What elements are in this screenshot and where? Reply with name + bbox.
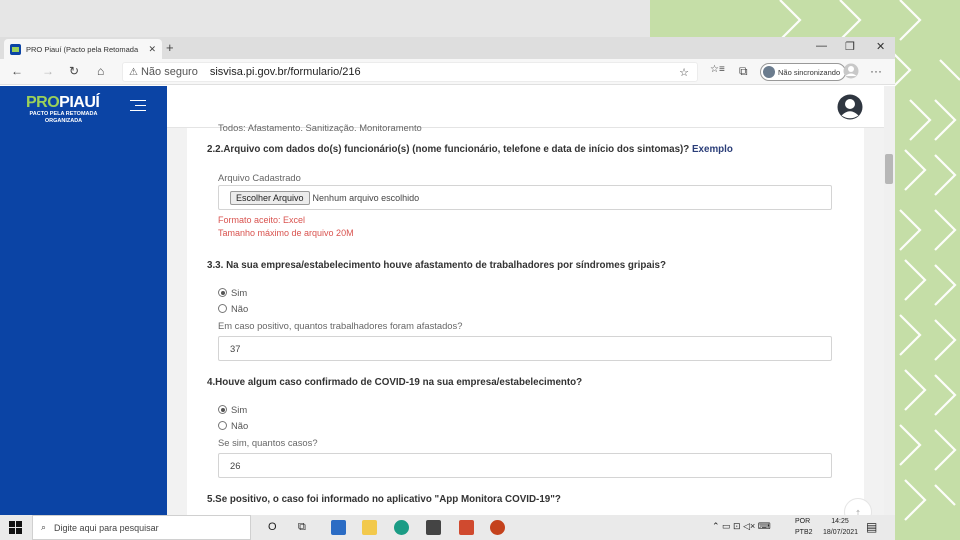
file-size-hint: Tamanho máximo de arquivo 20M [218, 228, 354, 238]
question-5-text: 5.Se positivo, o caso foi informado no a… [207, 494, 561, 505]
question-2-2-text: 2.2.Arquivo com dados do(s) funcionário(… [207, 144, 690, 155]
close-window-icon[interactable]: ✕ [876, 40, 885, 53]
clock-date: 18/07/2021 [823, 529, 859, 536]
radio-selected-icon[interactable] [218, 288, 227, 297]
search-icon: ⌕ [41, 522, 47, 532]
sidebar: PROPIAUÍ PACTO PELA RETOMADA ORGANIZADA [0, 86, 167, 515]
keyboard-layout: PTB2 [795, 529, 813, 536]
title-bar: PRO Piauí (Pacto pela Retomada ✕ + — ❐ ✕ [0, 37, 895, 59]
forward-icon[interactable]: → [42, 64, 54, 78]
logo-subtitle-1: PACTO PELA RETOMADA [29, 111, 98, 117]
user-avatar-icon[interactable] [837, 94, 863, 120]
cortana-icon[interactable]: O [268, 521, 277, 533]
q33-option-yes[interactable]: Sim [218, 287, 247, 298]
scrollbar-thumb[interactable] [885, 154, 893, 184]
store-icon[interactable] [426, 520, 441, 535]
radio-unselected-icon[interactable] [218, 421, 227, 430]
question-2-2: 2.2.Arquivo com dados do(s) funcionário(… [207, 144, 733, 155]
browser-window: PRO Piauí (Pacto pela Retomada ✕ + — ❐ ✕… [0, 37, 895, 515]
logo-pro: PRO [26, 94, 60, 111]
sync-avatar-icon [763, 66, 775, 78]
browser-toolbar: ← → ↻ ⌂ ⚠ Não seguro sisvisa.pi.gov.br/f… [0, 59, 895, 85]
q4-followup-label: Se sim, quantos casos? [218, 437, 318, 448]
logo-name: PIAUÍ [59, 94, 100, 111]
not-secure-label[interactable]: Não seguro [141, 66, 198, 78]
windows-start-icon[interactable] [9, 521, 22, 534]
file-label: Arquivo Cadastrado [218, 172, 301, 183]
site-favicon-icon [10, 43, 21, 55]
arrow-up-icon: ↑ [854, 504, 862, 516]
q33-yes-label: Sim [231, 287, 248, 298]
sync-label: Não sincronizando [778, 67, 841, 77]
warning-icon: ⚠ [129, 66, 138, 78]
file-format-hint: Formato aceito: Excel [218, 215, 306, 225]
q4-option-yes[interactable]: Sim [218, 404, 247, 415]
radio-unselected-icon[interactable] [218, 304, 227, 313]
file-explorer-icon[interactable] [362, 520, 377, 535]
language-indicator[interactable]: POR PTB2 [795, 516, 813, 538]
edge-browser-icon[interactable] [394, 520, 409, 535]
slide-top-strip [0, 0, 650, 37]
radio-selected-icon[interactable] [218, 405, 227, 414]
browser-tab[interactable]: PRO Piauí (Pacto pela Retomada ✕ [4, 39, 162, 59]
mail-icon[interactable] [331, 520, 346, 535]
q4-yes-label: Sim [231, 404, 248, 415]
tab-close-icon[interactable]: ✕ [148, 44, 156, 55]
q33-no-label: Não [231, 303, 249, 314]
clock-time: 14:25 [831, 518, 849, 525]
scroll-to-top-button[interactable]: ↑ [844, 498, 872, 515]
task-view-icon[interactable]: ⧉ [298, 521, 306, 534]
language-code: POR [795, 518, 811, 525]
taskbar-search[interactable]: ⌕ Digite aqui para pesquisar [32, 515, 251, 540]
web-page: PROPIAUÍ PACTO PELA RETOMADA ORGANIZADA … [0, 86, 895, 515]
q33-count-input[interactable]: 37 [218, 336, 832, 361]
system-tray-icons[interactable]: ⌃ ▭ ⊡ ◁× ⌨ [712, 521, 771, 532]
form-card: Todos: Afastamento. Sanitização. Monitor… [187, 122, 864, 515]
previous-field-label: Todos: Afastamento. Sanitização. Monitor… [218, 122, 422, 133]
restore-icon[interactable]: ❐ [845, 40, 855, 53]
question-4-text: 4.Houve algum caso confirmado de COVID-1… [207, 377, 583, 388]
reload-icon[interactable]: ↻ [69, 64, 79, 78]
more-menu-icon[interactable]: ··· [870, 64, 882, 78]
profile-icon[interactable] [843, 63, 859, 79]
url-text[interactable]: sisvisa.pi.gov.br/formulario/216 [210, 66, 361, 78]
q33-option-no[interactable]: Não [218, 303, 248, 314]
minimize-icon[interactable]: — [816, 40, 827, 52]
taskbar-search-placeholder: Digite aqui para pesquisar [54, 522, 159, 533]
favorites-bar-icon[interactable]: ☆≡ [710, 64, 725, 75]
file-name: Nenhum arquivo escolhido [312, 192, 420, 203]
notifications-icon[interactable]: ▤ [866, 520, 877, 534]
example-link[interactable]: Exemplo [692, 144, 733, 155]
tab-title: PRO Piauí (Pacto pela Retomada [26, 44, 139, 54]
back-icon[interactable]: ← [11, 64, 23, 78]
question-3-3-text: 3.3. Na sua empresa/estabelecimento houv… [207, 260, 666, 271]
collections-icon[interactable]: ⧉ [739, 64, 748, 79]
favorite-star-icon[interactable]: ☆ [679, 66, 689, 79]
file-input[interactable]: Escolher Arquivo Nenhum arquivo escolhid… [218, 185, 832, 210]
windows-taskbar: ⌕ Digite aqui para pesquisar O ⧉ ⌃ ▭ ⊡ ◁… [0, 515, 895, 540]
choose-file-button[interactable]: Escolher Arquivo [230, 190, 310, 205]
powerpoint-icon[interactable] [490, 520, 505, 535]
address-bar[interactable]: ⚠ Não seguro sisvisa.pi.gov.br/formulari… [122, 62, 698, 82]
q4-count-input[interactable]: 26 [218, 453, 832, 478]
home-icon[interactable]: ⌂ [97, 64, 104, 78]
q4-no-label: Não [231, 420, 249, 431]
new-tab-icon[interactable]: + [166, 40, 174, 55]
page-scrollbar[interactable] [884, 86, 895, 515]
q4-option-no[interactable]: Não [218, 420, 248, 431]
logo-subtitle-2: ORGANIZADA [44, 117, 83, 124]
hamburger-menu-icon[interactable] [130, 100, 146, 115]
propiaui-logo[interactable]: PROPIAUÍ PACTO PELA RETOMADA ORGANIZADA [26, 95, 101, 124]
office-icon[interactable] [459, 520, 474, 535]
taskbar-clock[interactable]: 14:25 18/07/2021 [823, 516, 859, 538]
sync-button[interactable]: Não sincronizando [760, 63, 847, 81]
q33-followup-label: Em caso positivo, quantos trabalhadores … [218, 320, 463, 331]
